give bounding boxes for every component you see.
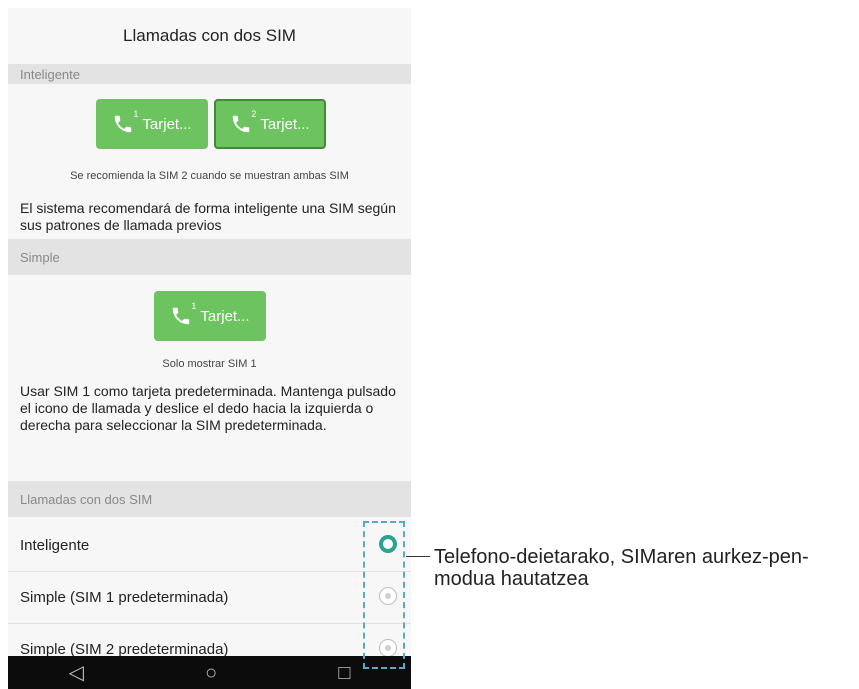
sim1-button-label: Tarjet... bbox=[142, 115, 192, 133]
simple-caption: Solo mostrar SIM 1 bbox=[162, 358, 257, 370]
smart-section-content: 1 Tarjet... 2 Tarjet... Se recomienda la… bbox=[8, 84, 411, 239]
radio-highlight-box bbox=[363, 521, 405, 669]
phone-call-icon: 1 bbox=[112, 109, 138, 135]
section-header-smart: Inteligente bbox=[8, 64, 411, 84]
sim2-button-label: Tarjet... bbox=[260, 115, 310, 133]
sim1-call-button-simple[interactable]: 1 Tarjet... bbox=[154, 291, 266, 341]
option-label: Simple (SIM 1 predeterminada) bbox=[20, 589, 229, 606]
sim1-simple-button-label: Tarjet... bbox=[200, 307, 250, 325]
simple-description: Usar SIM 1 como tarjeta predeterminada. … bbox=[20, 383, 396, 433]
phone-call-icon: 2 bbox=[230, 109, 256, 135]
option-label: Inteligente bbox=[20, 537, 90, 554]
screen-title: Llamadas con dos SIM bbox=[8, 8, 411, 64]
recents-icon[interactable]: □ bbox=[338, 663, 350, 683]
option-smart[interactable]: Inteligente bbox=[8, 520, 411, 572]
section-header-mode: Llamadas con dos SIM bbox=[8, 481, 411, 517]
sim1-call-button-smart[interactable]: 1 Tarjet... bbox=[96, 99, 208, 149]
smart-description: El sistema recomendará de forma intelige… bbox=[20, 200, 396, 233]
sim2-call-button-smart[interactable]: 2 Tarjet... bbox=[214, 99, 326, 149]
home-icon[interactable]: ○ bbox=[205, 663, 217, 683]
option-simple-sim1[interactable]: Simple (SIM 1 predeterminada) bbox=[8, 572, 411, 624]
simple-section-content: 1 Tarjet... Solo mostrar SIM 1 Usar SIM … bbox=[8, 275, 411, 481]
callout-line bbox=[406, 556, 430, 557]
section-header-simple: Simple bbox=[8, 239, 411, 275]
back-icon[interactable]: ◁ bbox=[69, 663, 84, 683]
smart-caption: Se recomienda la SIM 2 cuando se muestra… bbox=[70, 170, 349, 182]
navigation-bar: ◁ ○ □ bbox=[8, 656, 411, 689]
phone-screen: Llamadas con dos SIM Inteligente 1 Tarje… bbox=[8, 8, 411, 689]
callout-text: Telefono-deietarako, SIMaren aurkez-pen-… bbox=[434, 546, 809, 590]
phone-call-icon: 1 bbox=[170, 301, 196, 327]
